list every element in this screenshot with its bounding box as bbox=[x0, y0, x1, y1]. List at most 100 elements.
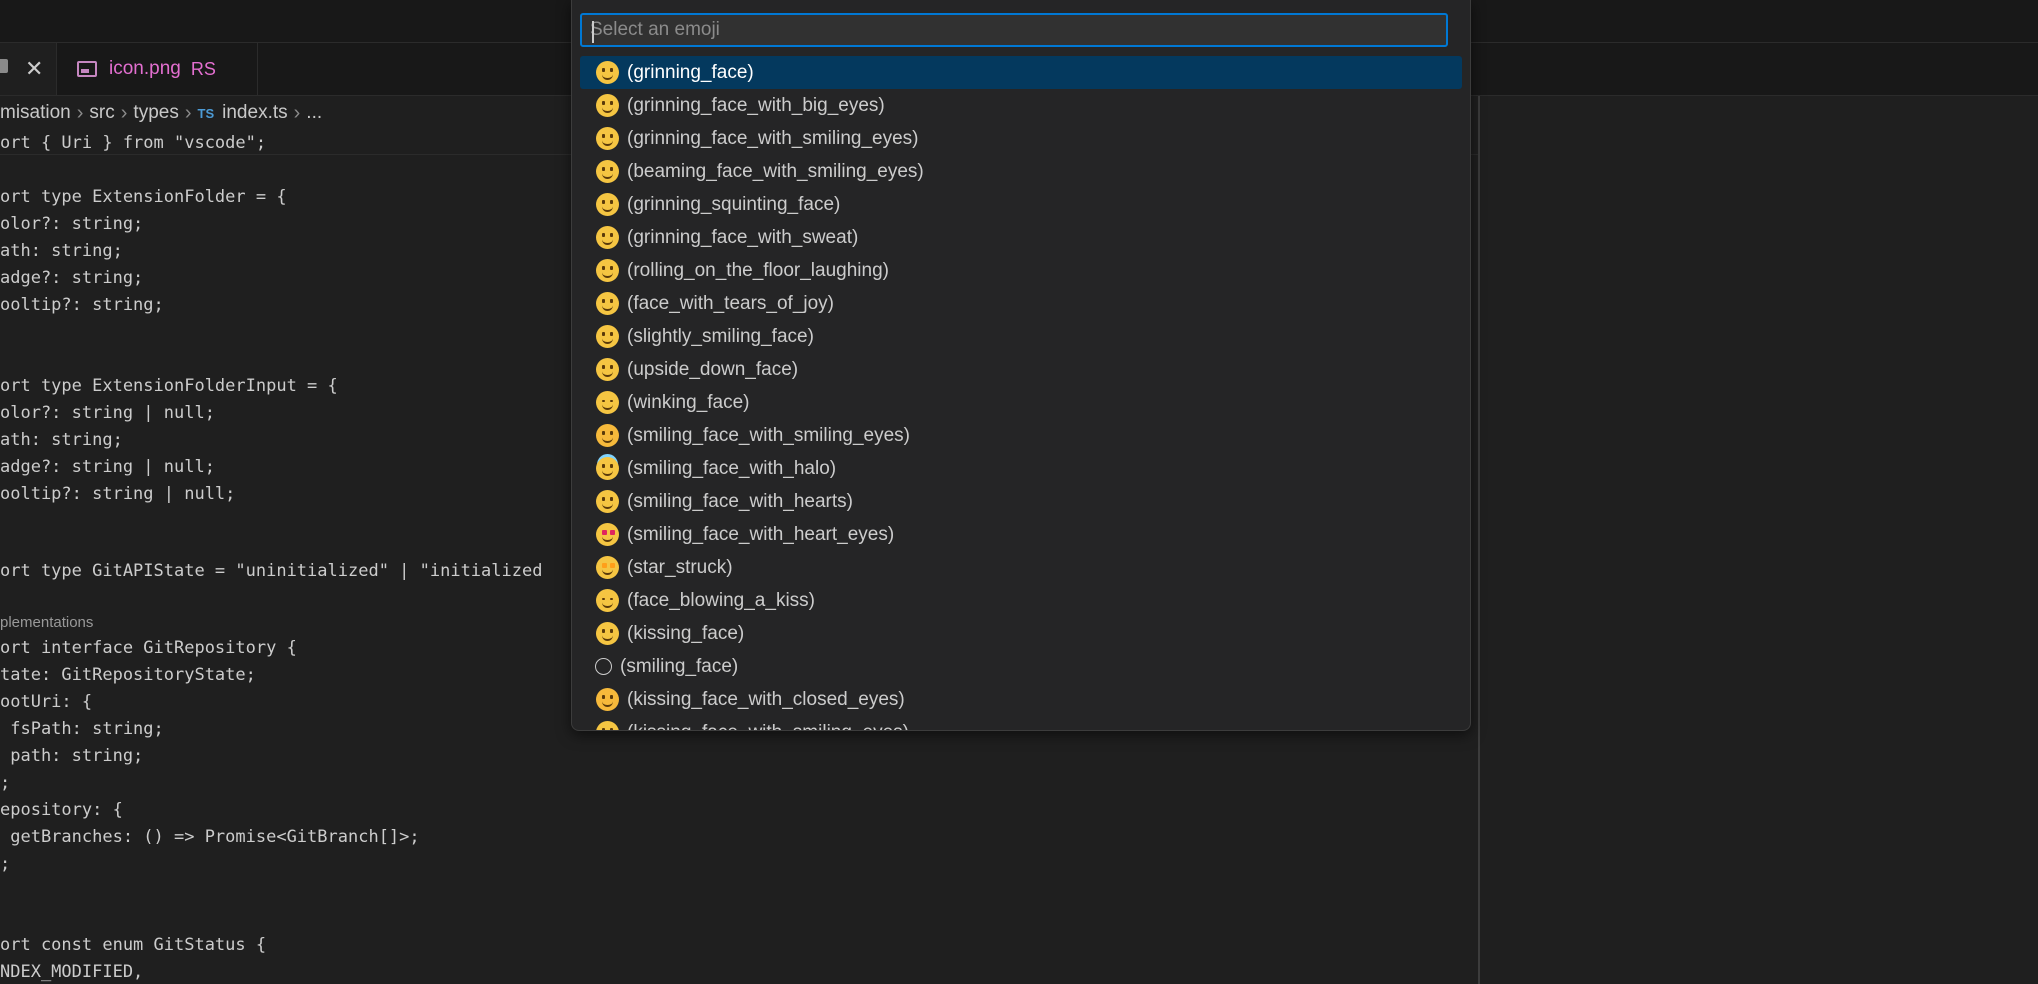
code-line: ooltip?: string | null; bbox=[0, 484, 236, 504]
emoji-item-smiling-face-with-smiling-eyes[interactable]: (smiling_face_with_smiling_eyes) bbox=[580, 419, 1462, 452]
emoji-label: (beaming_face_with_smiling_eyes) bbox=[627, 160, 924, 182]
emoji-item-star-struck[interactable]: (star_struck) bbox=[580, 551, 1462, 584]
code-line: ort type ExtensionFolder = { bbox=[0, 187, 287, 207]
upside-down-face-icon bbox=[596, 358, 619, 381]
emoji-item-smiling-face-with-heart-eyes[interactable]: (smiling_face_with_heart_eyes) bbox=[580, 518, 1462, 551]
emoji-item-smiling-face-with-halo[interactable]: (smiling_face_with_halo) bbox=[580, 452, 1462, 485]
kissing-face-icon bbox=[596, 622, 619, 645]
emoji-label: (kissing_face) bbox=[627, 622, 745, 644]
code-line: ort { Uri } from "vscode"; bbox=[0, 133, 267, 153]
smiling-face-with-heart-eyes-icon bbox=[596, 523, 619, 546]
emoji-item-grinning-face[interactable]: (grinning_face) bbox=[580, 56, 1462, 89]
kissing-face-with-smiling-eyes-icon bbox=[596, 721, 619, 730]
kissing-face-with-closed-eyes-icon bbox=[596, 688, 619, 711]
smiling-face-with-halo-icon bbox=[596, 457, 619, 480]
emoji-label: (star_struck) bbox=[627, 556, 733, 578]
emoji-search-input[interactable] bbox=[582, 15, 1446, 45]
codelens-implementations[interactable]: plementations bbox=[0, 614, 93, 631]
breadcrumb-item-file[interactable]: index.ts bbox=[222, 102, 287, 124]
emoji-label: (smiling_face_with_hearts) bbox=[627, 490, 853, 512]
emoji-item-beaming-face[interactable]: (beaming_face_with_smiling_eyes) bbox=[580, 155, 1462, 188]
emoji-list[interactable]: (grinning_face) (grinning_face_with_big_… bbox=[580, 56, 1462, 730]
emoji-label: (smiling_face_with_heart_eyes) bbox=[627, 523, 895, 545]
emoji-label: (smiling_face) bbox=[620, 655, 739, 677]
emoji-item-grinning-squinting-face[interactable]: (grinning_squinting_face) bbox=[580, 188, 1462, 221]
breadcrumb-item-src[interactable]: src bbox=[89, 102, 114, 124]
emoji-item-face-blowing-a-kiss[interactable]: (face_blowing_a_kiss) bbox=[580, 584, 1462, 617]
emoji-label: (grinning_face_with_sweat) bbox=[627, 226, 859, 248]
breadcrumb-item-root[interactable]: misation bbox=[0, 102, 71, 124]
emoji-item-winking-face[interactable]: (winking_face) bbox=[580, 386, 1462, 419]
emoji-label: (upside_down_face) bbox=[627, 358, 799, 380]
code-line: ootUri: { bbox=[0, 692, 93, 712]
emoji-label: (smiling_face_with_smiling_eyes) bbox=[627, 424, 911, 446]
emoji-label: (winking_face) bbox=[627, 391, 750, 413]
winking-face-icon bbox=[596, 391, 619, 414]
code-line: epository: { bbox=[0, 800, 123, 820]
code-line: ort const enum GitStatus { bbox=[0, 935, 267, 955]
emoji-label: (grinning_squinting_face) bbox=[627, 193, 841, 215]
emoji-label: (kissing_face_with_closed_eyes) bbox=[627, 688, 905, 710]
code-line: ort type ExtensionFolderInput = { bbox=[0, 376, 338, 396]
code-line: ath: string; bbox=[0, 241, 123, 261]
rolling-on-floor-laughing-icon bbox=[596, 259, 619, 282]
face-blowing-a-kiss-icon bbox=[596, 589, 619, 612]
emoji-item-grinning-face-with-sweat[interactable]: (grinning_face_with_sweat) bbox=[580, 221, 1462, 254]
code-line: ath: string; bbox=[0, 430, 123, 450]
chevron-right-icon: › bbox=[76, 101, 84, 124]
grinning-face-icon bbox=[596, 61, 619, 84]
image-file-icon bbox=[77, 61, 97, 77]
slightly-smiling-face-icon bbox=[596, 325, 619, 348]
emoji-item-slightly-smiling-face[interactable]: (slightly_smiling_face) bbox=[580, 320, 1462, 353]
emoji-item-smiling-face-with-hearts[interactable]: (smiling_face_with_hearts) bbox=[580, 485, 1462, 518]
breadcrumb-item-types[interactable]: types bbox=[133, 102, 178, 124]
grinning-face-with-big-eyes-icon bbox=[596, 94, 619, 117]
emoji-label: (grinning_face_with_big_eyes) bbox=[627, 94, 885, 116]
star-struck-icon bbox=[596, 556, 619, 579]
smiling-face-with-hearts-icon bbox=[596, 490, 619, 513]
emoji-label: (grinning_face) bbox=[627, 61, 754, 83]
emoji-item-face-with-tears-of-joy[interactable]: (face_with_tears_of_joy) bbox=[580, 287, 1462, 320]
code-line: path: string; bbox=[0, 746, 144, 766]
emoji-item-kissing-face[interactable]: (kissing_face) bbox=[580, 617, 1462, 650]
tab-status-badge: RS bbox=[190, 58, 216, 79]
grinning-face-with-sweat-icon bbox=[596, 226, 619, 249]
code-line: olor?: string | null; bbox=[0, 403, 215, 423]
code-line: adge?: string | null; bbox=[0, 457, 215, 477]
breadcrumb-item-symbols[interactable]: ... bbox=[306, 102, 322, 124]
emoji-search-field[interactable] bbox=[580, 13, 1448, 47]
emoji-label: (face_blowing_a_kiss) bbox=[627, 589, 815, 611]
folder-icon bbox=[0, 59, 8, 73]
emoji-label: (kissing_face_with_smiling_eyes) bbox=[627, 722, 909, 731]
chevron-right-icon: › bbox=[120, 101, 128, 124]
chevron-right-icon: › bbox=[293, 101, 301, 124]
emoji-label: (face_with_tears_of_joy) bbox=[627, 292, 834, 314]
emoji-label: (grinning_face_with_smiling_eyes) bbox=[627, 127, 919, 149]
text-cursor bbox=[592, 21, 594, 43]
code-line: tate: GitRepositoryState; bbox=[0, 665, 256, 685]
emoji-item-kissing-face-with-smiling-eyes[interactable]: (kissing_face_with_smiling_eyes) bbox=[580, 716, 1462, 730]
emoji-item-rolling-on-floor-laughing[interactable]: (rolling_on_the_floor_laughing) bbox=[580, 254, 1462, 287]
face-with-tears-of-joy-icon bbox=[596, 292, 619, 315]
code-line: ort interface GitRepository { bbox=[0, 638, 297, 658]
beaming-face-icon bbox=[596, 160, 619, 183]
tab-active[interactable]: ✕ bbox=[0, 43, 57, 95]
emoji-label: (rolling_on_the_floor_laughing) bbox=[627, 259, 889, 281]
emoji-label: (slightly_smiling_face) bbox=[627, 325, 814, 347]
chevron-right-icon: › bbox=[184, 101, 192, 124]
emoji-item-grinning-face-with-smiling-eyes[interactable]: (grinning_face_with_smiling_eyes) bbox=[580, 122, 1462, 155]
tab-label: icon.png bbox=[109, 58, 181, 79]
editor-ruler bbox=[1478, 96, 1480, 984]
emoji-item-smiling-face[interactable]: (smiling_face) bbox=[580, 650, 1462, 683]
code-line: adge?: string; bbox=[0, 268, 144, 288]
emoji-item-grinning-face-with-big-eyes[interactable]: (grinning_face_with_big_eyes) bbox=[580, 89, 1462, 122]
code-line: getBranches: () => Promise<GitBranch[]>; bbox=[0, 827, 420, 847]
emoji-item-kissing-face-with-closed-eyes[interactable]: (kissing_face_with_closed_eyes) bbox=[580, 683, 1462, 716]
tab-icon-png[interactable]: icon.png RS bbox=[57, 43, 258, 95]
code-line: ; bbox=[0, 773, 11, 793]
close-icon[interactable]: ✕ bbox=[25, 56, 43, 82]
code-line: fsPath: string; bbox=[0, 719, 164, 739]
emoji-item-upside-down-face[interactable]: (upside_down_face) bbox=[580, 353, 1462, 386]
smiling-face-with-smiling-eyes-icon bbox=[596, 424, 619, 447]
code-line: ; bbox=[0, 854, 11, 874]
